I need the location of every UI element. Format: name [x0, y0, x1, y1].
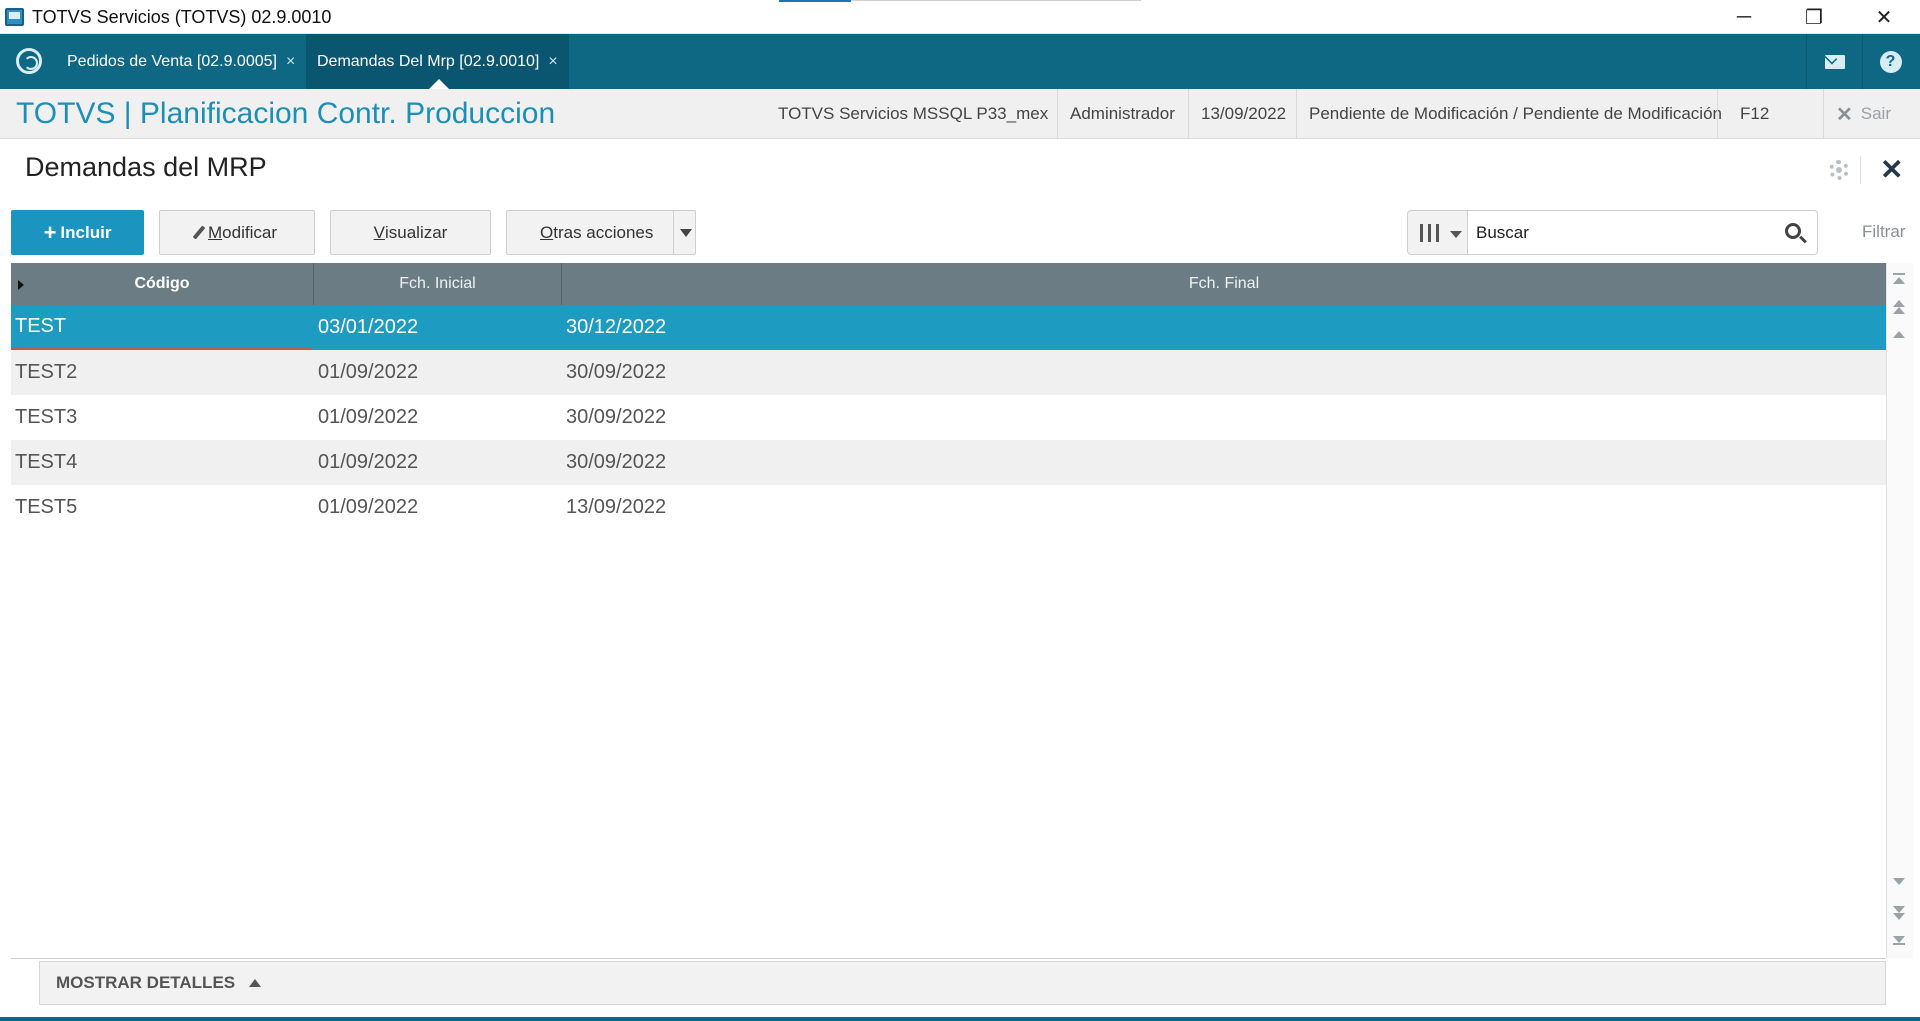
caret-right-icon	[18, 280, 24, 290]
other-actions-label-accesskey: O	[540, 222, 554, 242]
divider	[1860, 156, 1861, 184]
cell-fch-inicial: 01/09/2022	[318, 406, 419, 428]
column-selector[interactable]	[1407, 210, 1468, 255]
table-header: Código Fch. Inicial Fch. Final	[11, 263, 1886, 305]
tab-close-icon[interactable]: ×	[548, 53, 557, 71]
divider	[11, 958, 1886, 959]
column-header-codigo[interactable]: Código	[11, 263, 314, 305]
cell-fch-final: 30/09/2022	[566, 451, 667, 473]
table-row[interactable]: TEST5 01/09/2022 13/09/2022	[11, 485, 1886, 530]
taskbar-focus-indicator	[779, 0, 851, 2]
cell-codigo: TEST3	[15, 406, 78, 428]
cell-codigo: TEST5	[15, 496, 78, 518]
messages-button[interactable]	[1806, 34, 1862, 89]
cell-codigo: TEST2	[15, 361, 78, 383]
tab-label: Pedidos de Venta [02.9.0005]	[67, 52, 277, 70]
columns-icon	[1420, 224, 1442, 242]
pencil-icon	[192, 225, 206, 240]
modify-label: odificar	[222, 222, 277, 242]
modify-button[interactable]: Modificar	[159, 210, 315, 255]
help-icon: ?	[1879, 50, 1902, 73]
cell-fch-final: 30/12/2022	[566, 316, 667, 338]
window-close-button[interactable]: ✕	[1849, 0, 1919, 34]
app-window-icon	[5, 8, 24, 26]
exit-icon: ✕	[1836, 103, 1853, 126]
column-header-fch-inicial[interactable]: Fch. Inicial	[314, 263, 562, 305]
totvs-logo-icon[interactable]	[16, 48, 42, 74]
app-tab-bar: Pedidos de Venta [02.9.0005] × Demandas …	[0, 34, 1920, 89]
plus-icon: +	[43, 219, 57, 245]
help-button[interactable]: ?	[1862, 34, 1918, 89]
exit-label: Sair	[1860, 104, 1891, 123]
search-icon[interactable]	[1785, 223, 1801, 239]
gear-icon[interactable]	[1829, 160, 1849, 180]
view-label: isualizar	[384, 222, 448, 242]
modify-label-accesskey: M	[208, 222, 223, 242]
chevron-down-icon[interactable]	[680, 229, 692, 237]
cell-fch-final: 30/09/2022	[566, 406, 667, 428]
cell-fch-inicial: 01/09/2022	[318, 496, 419, 518]
minimize-button[interactable]: ─	[1709, 0, 1779, 34]
include-label: Incluir	[60, 222, 112, 242]
module-title: TOTVS | Planificacion Contr. Produccion	[16, 97, 556, 130]
chevron-up-icon	[249, 979, 262, 987]
scroll-down-button[interactable]	[1893, 878, 1907, 892]
other-actions-button[interactable]: Otras acciones	[506, 210, 696, 255]
scroll-top-button[interactable]	[1893, 273, 1907, 287]
window-border	[0, 1017, 1920, 1021]
page-close-button[interactable]: ✕	[1880, 156, 1903, 184]
mail-icon	[1824, 54, 1845, 69]
table-row[interactable]: TEST3 01/09/2022 30/09/2022	[11, 395, 1886, 440]
view-label-accesskey: V	[373, 222, 385, 242]
tab-label: Demandas Del Mrp [02.9.0010]	[317, 52, 540, 70]
cell-fch-final: 13/09/2022	[566, 496, 667, 518]
status-info[interactable]: Pendiente de Modificación / Pendiente de…	[1296, 89, 1734, 139]
window-title: TOTVS Servicios (TOTVS) 02.9.0010	[32, 7, 332, 27]
vertical-scrollbar[interactable]	[1886, 263, 1913, 958]
taskbar-divider	[851, 0, 1141, 1]
filter-link[interactable]: Filtrar	[1862, 222, 1905, 242]
exit-button[interactable]: ✕ Sair	[1823, 89, 1903, 139]
company-info[interactable]: TOTVS Servicios MSSQL P33_mex	[766, 89, 1060, 139]
active-tab-indicator	[429, 79, 449, 89]
table-row[interactable]: TEST 03/01/2022 30/12/2022	[11, 305, 1886, 350]
cell-fch-final: 30/09/2022	[566, 361, 667, 383]
search-input[interactable]	[1476, 220, 1776, 246]
window-titlebar: TOTVS Servicios (TOTVS) 02.9.0010 ─ ❐ ✕	[0, 0, 1920, 34]
view-button[interactable]: Visualizar	[330, 210, 491, 255]
cell-codigo: TEST4	[15, 451, 78, 473]
tab-demandas-del-mrp[interactable]: Demandas Del Mrp [02.9.0010] ×	[307, 34, 569, 89]
scroll-page-down-button[interactable]	[1893, 906, 1907, 920]
cell-fch-inicial: 01/09/2022	[318, 361, 419, 383]
tab-close-icon[interactable]: ×	[286, 53, 295, 71]
column-label: Código	[134, 275, 190, 292]
cell-codigo: TEST	[11, 305, 312, 350]
scroll-bottom-button[interactable]	[1893, 936, 1907, 950]
scroll-page-up-button[interactable]	[1893, 300, 1907, 314]
tab-pedidos-de-venta[interactable]: Pedidos de Venta [02.9.0005] ×	[57, 34, 307, 89]
include-button[interactable]: + Incluir	[11, 210, 144, 255]
divider	[673, 211, 674, 254]
app-header: TOTVS | Planificacion Contr. Produccion …	[0, 89, 1920, 139]
other-actions-label: tras acciones	[553, 222, 654, 242]
cell-fch-inicial: 01/09/2022	[318, 451, 419, 473]
cell-fch-inicial: 03/01/2022	[318, 316, 419, 338]
date-info[interactable]: 13/09/2022	[1188, 89, 1298, 139]
demands-table: Código Fch. Inicial Fch. Final TEST 03/0…	[11, 263, 1886, 958]
table-row[interactable]: TEST2 01/09/2022 30/09/2022	[11, 350, 1886, 395]
page-title: Demandas del MRP	[25, 152, 267, 182]
table-row[interactable]: TEST4 01/09/2022 30/09/2022	[11, 440, 1886, 485]
scroll-up-button[interactable]	[1893, 331, 1907, 345]
show-details-toggle[interactable]: MOSTRAR DETALLES	[39, 961, 1886, 1005]
show-details-label: MOSTRAR DETALLES	[56, 973, 236, 992]
column-header-fch-final[interactable]: Fch. Final	[562, 263, 1886, 305]
search-box[interactable]	[1468, 210, 1818, 255]
restore-button[interactable]: ❐	[1779, 0, 1849, 34]
f12-button[interactable]: F12	[1717, 89, 1791, 139]
user-info[interactable]: Administrador	[1057, 89, 1187, 139]
chevron-down-icon	[1450, 231, 1462, 238]
